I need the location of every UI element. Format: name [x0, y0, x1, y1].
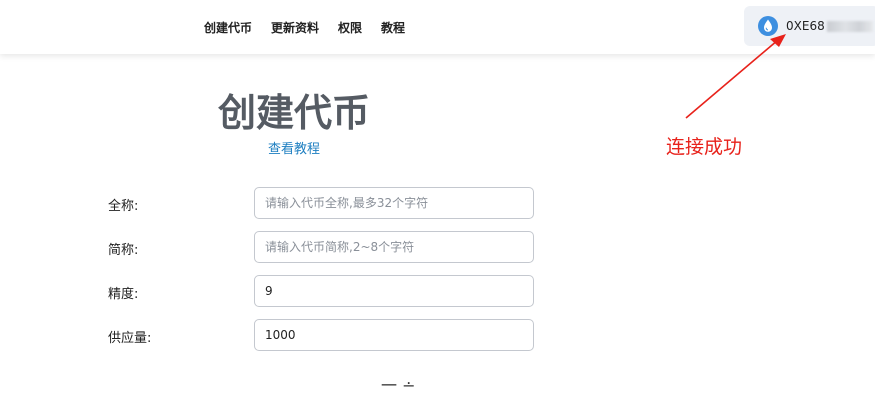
- short-name-label: 简称:: [108, 243, 139, 258]
- droplet-icon: [758, 16, 778, 36]
- supply-row: 供应量:: [0, 319, 875, 351]
- redacted-address-blur: [826, 21, 873, 32]
- top-navbar: 创建代币 更新资料 权限 教程 0XE68·: [0, 0, 875, 54]
- wallet-address: 0XE68·: [786, 19, 875, 33]
- nav-item-create-token[interactable]: 创建代币: [204, 19, 252, 36]
- connection-success-annotation: 连接成功: [666, 136, 743, 158]
- precision-input[interactable]: [254, 275, 534, 307]
- full-name-label: 全称:: [108, 199, 139, 214]
- precision-row: 精度:: [0, 275, 875, 307]
- full-name-input[interactable]: [254, 187, 534, 219]
- supply-input[interactable]: [254, 319, 534, 351]
- precision-label: 精度:: [108, 287, 139, 302]
- short-name-row: 简称:: [0, 231, 875, 263]
- wallet-button[interactable]: 0XE68·: [744, 6, 875, 46]
- supply-label: 供应量:: [108, 331, 152, 346]
- main-nav: 创建代币 更新资料 权限 教程: [204, 0, 424, 54]
- submit-button-partial[interactable]: 一 ∸: [381, 372, 416, 396]
- wallet-address-prefix: 0XE68: [786, 19, 825, 33]
- view-tutorial-link[interactable]: 查看教程: [268, 138, 320, 157]
- page-title: 创建代币: [218, 91, 371, 135]
- nav-item-permissions[interactable]: 权限: [338, 19, 362, 36]
- nav-item-update-info[interactable]: 更新资料: [271, 19, 319, 36]
- full-name-row: 全称:: [0, 187, 875, 219]
- nav-item-tutorial[interactable]: 教程: [381, 19, 405, 36]
- short-name-input[interactable]: [254, 231, 534, 263]
